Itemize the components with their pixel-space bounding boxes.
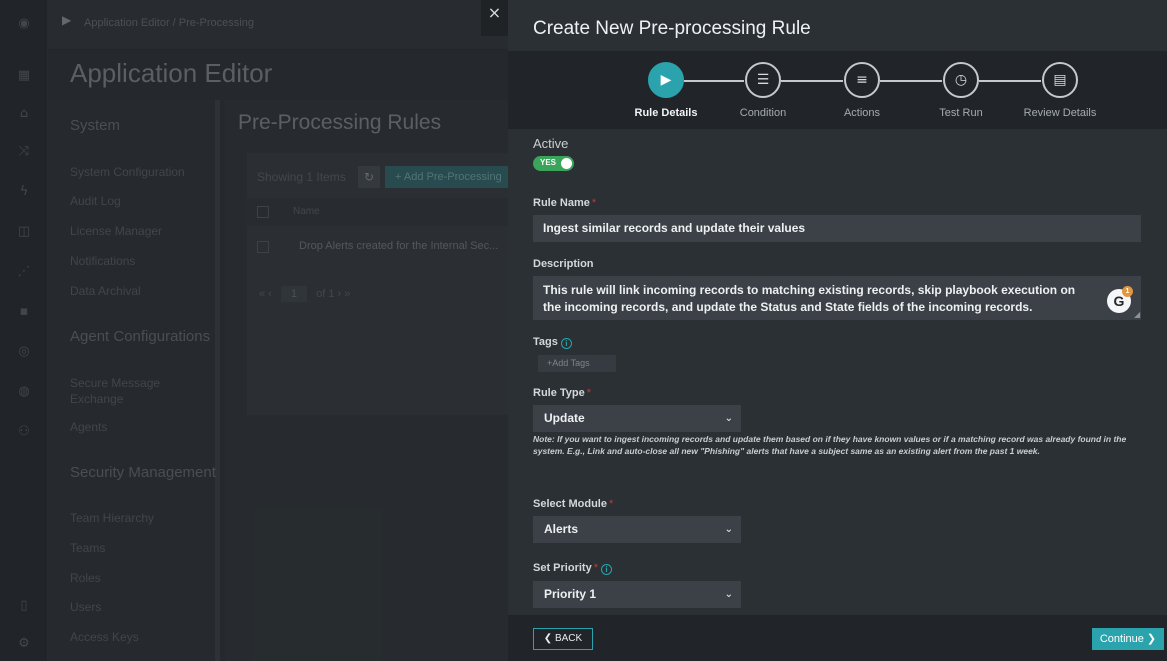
step-label-condition[interactable]: Condition xyxy=(713,107,813,119)
modal-body[interactable]: Active YES Rule Name * Ingest similar rec… xyxy=(508,129,1167,615)
create-rule-modal: Create New Pre-processing Rule ▶ ☰ ≡ ◷ ▤… xyxy=(508,0,1167,661)
play-icon[interactable]: ▶ xyxy=(648,62,684,98)
module-label-text: Select Module xyxy=(533,498,607,510)
chevron-left-icon: ❮ xyxy=(543,633,555,644)
modal-title: Create New Pre-processing Rule xyxy=(533,18,811,39)
rule-name-input[interactable]: Ingest similar records and update their … xyxy=(533,215,1141,242)
rule-type-value: Update xyxy=(544,411,585,425)
required-marker: * xyxy=(593,562,598,574)
calendar-clock-icon[interactable]: ◷ xyxy=(943,62,979,98)
active-toggle[interactable]: YES xyxy=(533,156,574,171)
continue-button[interactable]: Continue ❯ xyxy=(1092,628,1164,650)
active-label: Active xyxy=(533,136,569,151)
step-label-rule-details[interactable]: Rule Details xyxy=(616,107,716,119)
step-connector xyxy=(781,80,843,82)
add-tags-input[interactable]: +Add Tags xyxy=(538,355,616,372)
toggle-knob xyxy=(561,158,572,169)
modal-footer: ❮ BACK Continue ❯ xyxy=(508,615,1167,661)
priority-label: Set Priority * i xyxy=(533,562,612,575)
back-label: BACK xyxy=(554,633,583,644)
module-select[interactable]: Alerts ⌄ xyxy=(533,516,741,543)
step-label-actions[interactable]: Actions xyxy=(812,107,912,119)
chevron-down-icon: ⌄ xyxy=(724,524,733,535)
required-marker: * xyxy=(586,387,592,399)
module-value: Alerts xyxy=(544,522,579,536)
tags-label: Tags i xyxy=(533,336,572,349)
info-icon[interactable]: i xyxy=(560,338,572,349)
rule-type-select[interactable]: Update ⌄ xyxy=(533,405,741,432)
toggle-text: YES xyxy=(540,158,557,167)
priority-select[interactable]: Priority 1 ⌄ xyxy=(533,581,741,608)
chevron-down-icon: ⌄ xyxy=(724,413,733,424)
modal-backdrop[interactable] xyxy=(0,0,508,661)
chevron-right-icon: ❯ xyxy=(1143,633,1157,645)
step-label-test-run[interactable]: Test Run xyxy=(911,107,1011,119)
step-connector xyxy=(684,80,744,82)
rule-type-label-text: Rule Type xyxy=(533,387,585,399)
continue-label: Continue xyxy=(1099,633,1144,645)
rule-name-label-text: Rule Name xyxy=(533,197,590,209)
step-connector xyxy=(979,80,1041,82)
module-label: Select Module * xyxy=(533,498,613,510)
sliders-icon[interactable]: ≡ xyxy=(844,62,880,98)
grammarly-count: 1 xyxy=(1122,286,1133,297)
required-marker: * xyxy=(591,197,597,209)
database-icon[interactable]: ☰ xyxy=(745,62,781,98)
step-label-review-details[interactable]: Review Details xyxy=(1010,107,1110,119)
info-icon[interactable]: i xyxy=(600,564,612,575)
required-marker: * xyxy=(608,498,614,510)
screen: ◉ ▦ ⌂ ⤨ ϟ ◫ ⋰ ▪ ◎ ◍ ⚇ ▯ ⚙ ▶ Application … xyxy=(0,0,1167,661)
step-connector xyxy=(880,80,942,82)
description-textarea[interactable]: This rule will link incoming records to … xyxy=(533,276,1141,320)
back-button[interactable]: ❮ BACK xyxy=(533,628,593,650)
modal-header: Create New Pre-processing Rule xyxy=(508,0,1167,46)
rule-type-note: Note: If you want to ingest incoming rec… xyxy=(533,434,1127,456)
grammarly-icon[interactable]: G1 xyxy=(1107,286,1133,313)
document-icon[interactable]: ▤ xyxy=(1042,62,1078,98)
rule-name-label: Rule Name * xyxy=(533,197,596,209)
priority-label-text: Set Priority xyxy=(533,562,592,574)
description-label: Description xyxy=(533,258,594,270)
resize-handle-icon[interactable]: ◢ xyxy=(1134,310,1140,319)
close-icon[interactable]: × xyxy=(481,0,508,36)
tags-label-text: Tags xyxy=(533,336,558,348)
chevron-down-icon: ⌄ xyxy=(724,589,733,600)
rule-type-label: Rule Type * xyxy=(533,387,591,399)
wizard-stepper: ▶ ☰ ≡ ◷ ▤ Rule Details Condition Actions… xyxy=(508,51,1167,129)
priority-value: Priority 1 xyxy=(544,587,597,601)
